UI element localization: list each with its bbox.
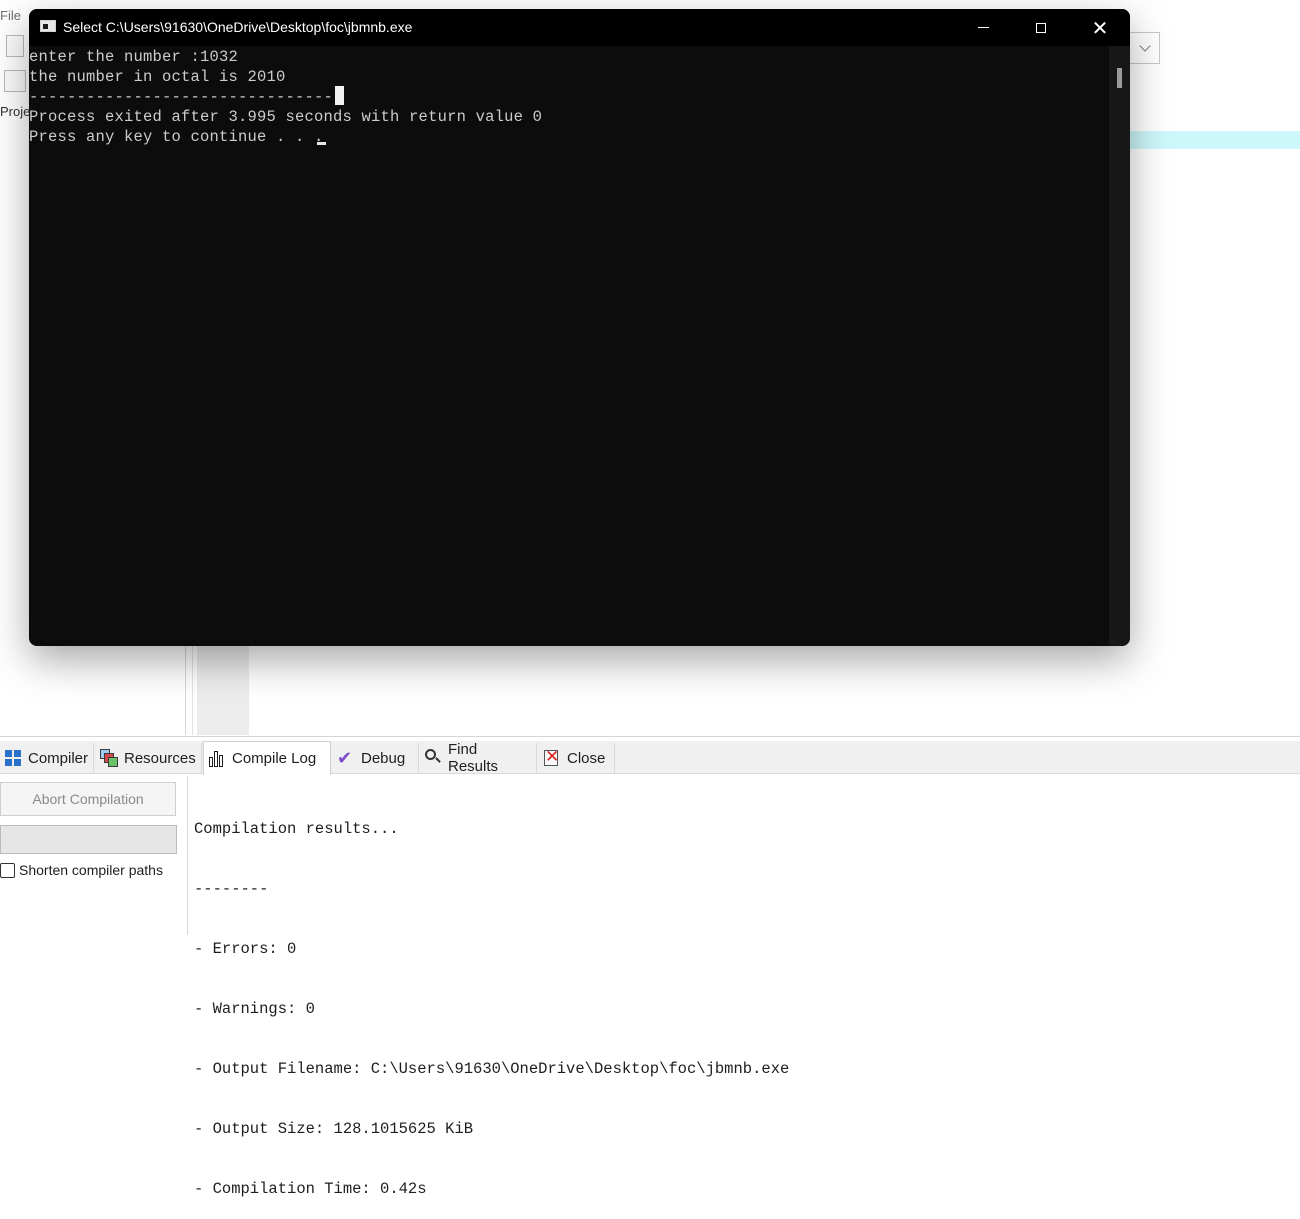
log-line: - Output Size: 128.1015625 KiB [194, 1120, 474, 1138]
tab-label: Find Results [448, 741, 499, 775]
editor-highlighted-line [1128, 131, 1300, 149]
scrollbar-thumb[interactable] [1117, 68, 1122, 88]
log-line: - Errors: 0 [194, 940, 297, 958]
minimize-icon [977, 27, 989, 28]
selection-cursor [335, 86, 344, 105]
toolbar-copy-button[interactable] [4, 70, 26, 92]
tab-compiler[interactable]: Compiler [0, 743, 94, 773]
bottom-panel-divider [0, 736, 1300, 737]
minimize-button[interactable] [954, 9, 1012, 46]
text-cursor [317, 142, 326, 145]
close-icon: ✕ [1091, 15, 1109, 40]
chevron-down-icon [1139, 40, 1151, 52]
console-line: the number in octal is 2010 [29, 68, 286, 86]
tab-compile-log[interactable]: Compile Log [203, 741, 331, 775]
compile-progress-bar [0, 825, 177, 854]
tab-label: Compiler [28, 749, 89, 767]
tab-find-results[interactable]: Find Results [420, 741, 537, 775]
close-button[interactable]: ✕ [1071, 9, 1129, 46]
console-line: Press any key to continue . . . [29, 128, 334, 146]
tab-label: Debug [361, 749, 406, 767]
console-app-icon [40, 20, 56, 32]
console-title: Select C:\Users\91630\OneDrive\Desktop\f… [63, 19, 413, 35]
log-line: Compilation results... [194, 820, 399, 838]
check-icon: ✔ [337, 748, 353, 768]
tab-close[interactable]: ✕ Close [539, 743, 615, 773]
tab-label: Compile Log [232, 750, 317, 767]
panel-divider [185, 645, 186, 735]
tab-project[interactable]: Proje [0, 104, 30, 119]
tab-resources[interactable]: Resources [96, 743, 202, 773]
tab-label: Resources [124, 749, 196, 767]
console-line: -------------------------------- [29, 88, 334, 106]
log-line: - Output Filename: C:\Users\91630\OneDri… [194, 1060, 790, 1078]
maximize-icon [1036, 22, 1046, 33]
toolbar-dropdown[interactable] [1128, 32, 1160, 64]
log-line: - Compilation Time: 0.42s [194, 1180, 427, 1198]
console-window[interactable]: Select C:\Users\91630\OneDrive\Desktop\f… [29, 9, 1130, 646]
log-line: -------- [194, 880, 269, 898]
maximize-button[interactable] [1012, 9, 1070, 46]
abort-compilation-button[interactable]: Abort Compilation [0, 782, 176, 816]
toolbar-new-button[interactable] [6, 35, 24, 57]
log-panel-divider [187, 776, 188, 935]
bottom-tab-strip: Compiler Resources Compile Log ✔ Debug F… [0, 741, 1300, 775]
compile-log-output[interactable]: Compilation results... -------- - Errors… [194, 779, 789, 1219]
tab-label: Close [567, 749, 606, 767]
console-line: enter the number :1032 [29, 48, 239, 66]
console-output[interactable]: enter the number :1032 the number in oct… [29, 46, 1109, 646]
editor-divider [192, 645, 193, 735]
bar-chart-icon [208, 750, 226, 768]
console-scrollbar[interactable] [1109, 46, 1130, 646]
log-line: - Warnings: 0 [194, 1000, 315, 1018]
resources-icon [100, 749, 118, 767]
compiler-grid-icon [4, 749, 22, 767]
find-icon [424, 749, 442, 767]
console-titlebar[interactable]: Select C:\Users\91630\OneDrive\Desktop\f… [29, 9, 1130, 46]
shorten-paths-checkbox[interactable]: Shorten compiler paths [0, 862, 163, 878]
tab-debug[interactable]: ✔ Debug [333, 743, 419, 773]
close-doc-icon: ✕ [544, 747, 560, 766]
editor-gutter [197, 645, 249, 735]
checkbox-box[interactable] [0, 862, 15, 878]
shorten-paths-label: Shorten compiler paths [19, 862, 163, 878]
console-line: Process exited after 3.995 seconds with … [29, 108, 543, 126]
menu-file[interactable]: File [0, 8, 21, 23]
